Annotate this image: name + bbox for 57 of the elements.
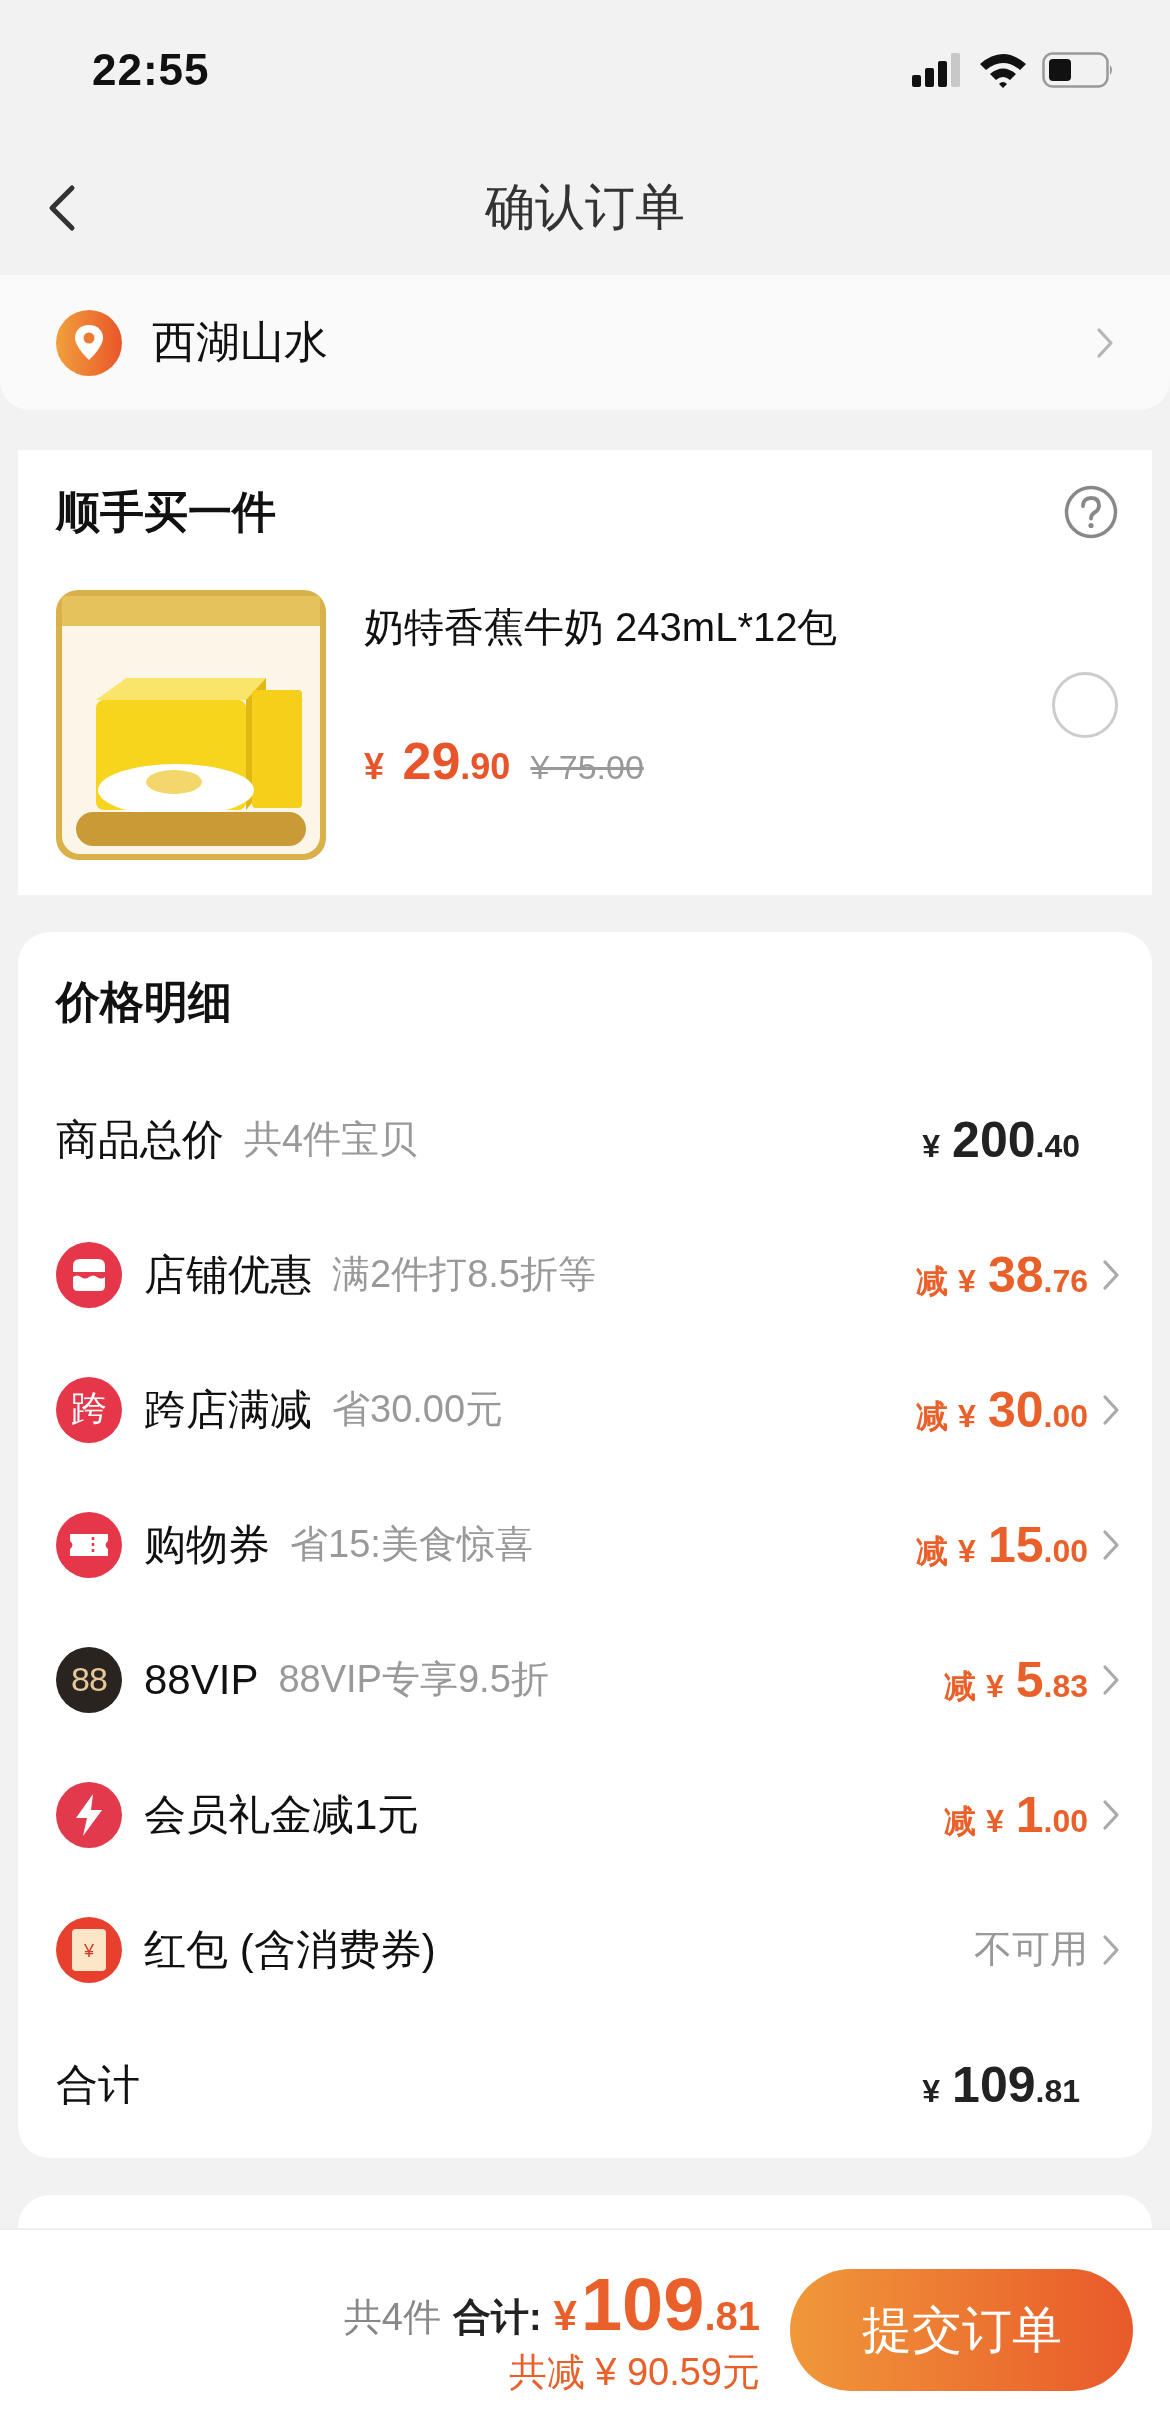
section-title: 顺手买一件 — [56, 485, 276, 538]
page-title: 确认订单 — [485, 178, 685, 237]
status-time: 22:55 — [92, 45, 210, 95]
chevron-icon — [1102, 1663, 1120, 1696]
row-label: 红包 (含消费券) — [144, 1924, 436, 1975]
row-label: 会员礼金减1元 — [144, 1789, 420, 1840]
discount-amount: 减 ¥ 30.00 — [916, 1380, 1088, 1439]
item-count: 共4件 — [343, 2295, 441, 2340]
discount-amount: 减 ¥ 5.83 — [943, 1650, 1088, 1709]
status-text: 不可用 — [974, 1927, 1088, 1972]
battery-icon — [1042, 52, 1114, 88]
cross-store-badge: 跨 — [56, 1376, 122, 1443]
price-row[interactable]: 会员礼金减1元 减 ¥ 1.00 — [56, 1747, 1120, 1882]
price-row[interactable]: 88 88VIP 88VIP专享9.5折 减 ¥ 5.83 — [56, 1612, 1120, 1747]
chevron-icon — [1102, 1258, 1120, 1291]
price-row[interactable]: 跨 跨店满减 省30.00元 减 ¥ 30.00 — [56, 1342, 1120, 1477]
discount-amount: 减 ¥ 15.00 — [916, 1515, 1088, 1574]
row-note: 88VIP专享9.5折 — [278, 1657, 549, 1702]
vip-badge: 88 — [56, 1646, 122, 1713]
chevron-icon — [1102, 1933, 1120, 1966]
row-label: 购物券 — [144, 1519, 270, 1570]
discount-amount: 减 ¥ 38.76 — [916, 1245, 1088, 1304]
section-title: 价格明细 — [56, 975, 233, 1028]
envelope-symbol: ¥ — [72, 1928, 106, 1971]
store-icon — [56, 1241, 122, 1308]
row-note: 满2件打8.5折等 — [332, 1252, 596, 1297]
wifi-icon — [978, 52, 1028, 88]
row-label: 跨店满减 — [144, 1384, 312, 1435]
total-label: 合计: — [452, 2295, 542, 2340]
total-amount: ¥ 109.81 — [922, 2055, 1080, 2114]
lightning-icon — [56, 1781, 122, 1848]
price-row[interactable]: 店铺优惠 满2件打8.5折等 减 ¥ 38.76 — [56, 1207, 1120, 1342]
help-icon[interactable] — [1064, 485, 1118, 539]
product-name: 奶特香蕉牛奶 243mL*12包 — [364, 604, 839, 651]
total-amount: ¥109.81 — [553, 2262, 760, 2347]
discount-amount: 减 ¥ 1.00 — [943, 1785, 1088, 1844]
original-price: ¥ 75.00 — [530, 748, 644, 787]
row-note: 省15:美食惊喜 — [290, 1522, 533, 1567]
row-note: 省30.00元 — [332, 1387, 504, 1432]
row-label: 88VIP — [144, 1655, 259, 1704]
savings-text: 共减 ¥ 90.59元 — [508, 2350, 760, 2395]
total-label: 合计 — [56, 2059, 140, 2110]
price-row[interactable]: ¥ 红包 (含消费券) 不可用 — [56, 1882, 1120, 2017]
product-price: ¥ 29.90 — [364, 731, 511, 791]
row-label: 商品总价 — [56, 1114, 224, 1165]
chevron-icon — [1102, 1798, 1120, 1831]
chevron-icon — [1096, 326, 1114, 359]
subtotal-amount: ¥ 200.40 — [922, 1110, 1080, 1169]
location-pin-icon — [56, 309, 122, 376]
row-note: 共4件宝贝 — [244, 1117, 418, 1162]
price-row[interactable]: 购物券 省15:美食惊喜 减 ¥ 15.00 — [56, 1477, 1120, 1612]
address-text: 西湖山水 — [152, 316, 329, 368]
chevron-icon — [1102, 1393, 1120, 1426]
ticket-icon — [56, 1511, 122, 1578]
row-label: 店铺优惠 — [144, 1249, 312, 1300]
chevron-icon — [1102, 1528, 1120, 1561]
address-row[interactable]: 西湖山水 — [0, 275, 1170, 410]
